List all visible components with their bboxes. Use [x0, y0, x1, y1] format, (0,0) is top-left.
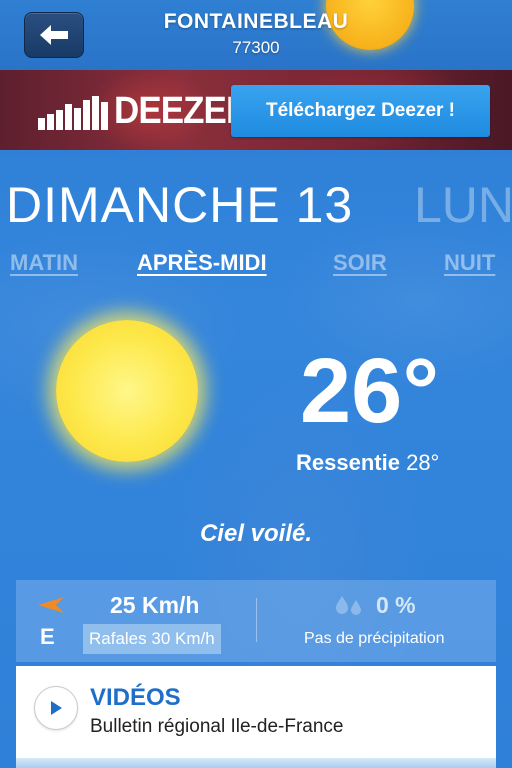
video-title: VIDÉOS	[90, 684, 181, 711]
wind-gusts: Rafales 30 Km/h	[83, 624, 221, 654]
city-name: FONTAINEBLEAU	[163, 10, 349, 33]
deezer-logo: DEEZER	[38, 90, 262, 130]
postal-code: 77300	[232, 38, 280, 57]
panel-divider	[256, 598, 257, 642]
precipitation-label: Pas de précipitation	[304, 630, 445, 647]
sun-icon	[56, 320, 198, 462]
equalizer-icon	[38, 96, 108, 130]
wind-precip-panel: E 25 Km/h Rafales 30 Km/h 0 % Pas de pré…	[16, 580, 496, 662]
feels-like: Ressentie 28°	[296, 450, 439, 476]
feels-like-value: 28°	[406, 450, 440, 475]
video-card-bottom-strip	[16, 758, 496, 768]
video-subtitle: Bulletin régional Ile-de-France	[90, 716, 344, 737]
tab-morning[interactable]: MATIN	[10, 250, 78, 276]
wind-speed: 25 Km/h	[110, 592, 200, 618]
play-button[interactable]	[34, 686, 78, 730]
wind-direction-arrow-icon	[38, 597, 64, 613]
tab-afternoon[interactable]: APRÈS-MIDI	[137, 250, 267, 276]
tab-evening[interactable]: SOIR	[333, 250, 387, 276]
sky-condition: Ciel voilé.	[199, 520, 313, 547]
current-day: DIMANCHE 13	[6, 177, 354, 233]
tab-night[interactable]: NUIT	[444, 250, 495, 276]
video-card[interactable]: VIDÉOS Bulletin régional Ile-de-France	[16, 666, 496, 768]
temperature: 26°	[300, 340, 440, 442]
feels-like-label: Ressentie	[296, 450, 400, 475]
ad-download-button[interactable]: Téléchargez Deezer !	[231, 85, 490, 137]
next-day[interactable]: LUN	[414, 176, 512, 234]
ad-banner[interactable]: DEEZER Téléchargez Deezer !	[0, 70, 512, 150]
precipitation-value: 0 %	[376, 592, 416, 618]
play-icon	[51, 701, 62, 715]
ad-brand: DEEZER	[114, 90, 251, 132]
raindrops-icon	[336, 596, 361, 615]
app-header: FONTAINEBLEAU 77300	[0, 0, 512, 70]
wind-direction: E	[40, 624, 55, 649]
